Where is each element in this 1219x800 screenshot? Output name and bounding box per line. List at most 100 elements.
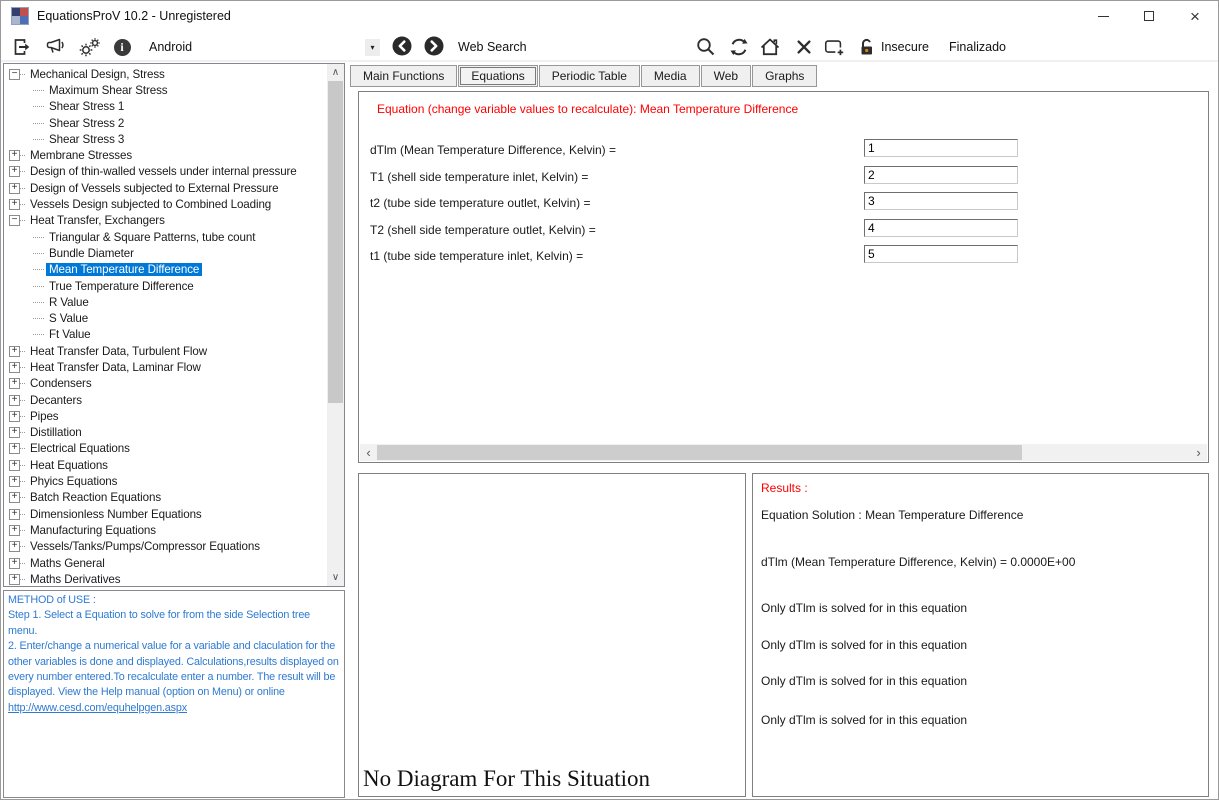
tree-item[interactable]: Dimensionless Number Equations — [4, 506, 327, 522]
tree-item[interactable]: Batch Reaction Equations — [4, 490, 327, 506]
tree-item[interactable]: Bundle Diameter — [4, 245, 327, 261]
tree-item[interactable]: Heat Transfer, Exchangers — [4, 213, 327, 229]
tree-expander-icon[interactable] — [9, 378, 20, 389]
variable-value-input[interactable] — [864, 139, 1018, 157]
tree-item[interactable]: Heat Transfer Data, Turbulent Flow — [4, 343, 327, 359]
tree-item-label: Shear Stress 1 — [46, 100, 127, 113]
close-button[interactable]: × — [1172, 1, 1218, 31]
tab-label: Graphs — [765, 69, 804, 83]
tree-item-label: Vessels Design subjected to Combined Loa… — [27, 198, 274, 211]
variable-value-input[interactable] — [864, 192, 1018, 210]
tab[interactable]: Web — [701, 65, 751, 87]
tree-expander-icon[interactable] — [9, 215, 20, 226]
tree-expander-icon[interactable] — [9, 199, 20, 210]
tree-expander-icon[interactable] — [9, 476, 20, 487]
tree-expander-icon[interactable] — [9, 395, 20, 406]
tree-item[interactable]: Electrical Equations — [4, 441, 327, 457]
variable-value-input[interactable] — [864, 166, 1018, 184]
tree-item[interactable]: Design of Vessels subjected to External … — [4, 180, 327, 196]
tree-expander-icon[interactable] — [9, 346, 20, 357]
dropdown-caret[interactable]: ▾ — [365, 39, 380, 56]
variable-value-input[interactable] — [864, 245, 1018, 263]
variable-value-input[interactable] — [864, 219, 1018, 237]
tree-connector — [20, 220, 25, 221]
settings-button[interactable] — [79, 36, 101, 58]
tree-item[interactable]: Condensers — [4, 376, 327, 392]
tree-item[interactable]: Phyics Equations — [4, 473, 327, 489]
equation-hscrollbar-thumb[interactable] — [377, 445, 1022, 460]
tab-label: Equations — [471, 69, 524, 83]
search-button[interactable] — [695, 36, 717, 58]
tab[interactable]: Graphs — [752, 65, 817, 87]
refresh-button[interactable] — [728, 36, 750, 58]
tree-item[interactable]: Mechanical Design, Stress — [4, 66, 327, 82]
tree-item[interactable]: Shear Stress 3 — [4, 131, 327, 147]
tree-item[interactable]: Membrane Stresses — [4, 147, 327, 163]
forward-button[interactable] — [423, 35, 445, 57]
tree-item[interactable]: Triangular & Square Patterns, tube count — [4, 229, 327, 245]
tab[interactable]: Periodic Table — [539, 65, 640, 87]
equation-hscrollbar[interactable]: ‹ › — [360, 444, 1207, 461]
tree-item[interactable]: Mean Temperature Difference — [4, 262, 327, 278]
tree-item[interactable]: Heat Transfer Data, Laminar Flow — [4, 359, 327, 375]
scroll-left-icon[interactable]: ‹ — [360, 444, 377, 461]
tree-item[interactable]: Vessels Design subjected to Combined Loa… — [4, 196, 327, 212]
equation-row: T1 (shell side temperature inlet, Kelvin… — [370, 164, 1198, 191]
scroll-up-icon[interactable]: ∧ — [327, 64, 344, 81]
tree-expander-icon[interactable] — [9, 509, 20, 520]
tree-expander-icon[interactable] — [9, 150, 20, 161]
tree-scrollbar[interactable]: ∧ ∨ — [327, 64, 344, 586]
tree-scrollbar-thumb[interactable] — [328, 81, 343, 403]
tree-item[interactable]: Heat Equations — [4, 457, 327, 473]
tree-item[interactable]: R Value — [4, 294, 327, 310]
tree-item[interactable]: Vessels/Tanks/Pumps/Compressor Equations — [4, 539, 327, 555]
scroll-right-icon[interactable]: › — [1190, 444, 1207, 461]
tree-item[interactable]: Shear Stress 2 — [4, 115, 327, 131]
announce-button[interactable] — [45, 36, 67, 58]
tree-item[interactable]: Design of thin-walled vessels under inte… — [4, 164, 327, 180]
tree-connector — [33, 253, 44, 254]
tree-expander-icon[interactable] — [9, 460, 20, 471]
info-button[interactable]: i — [111, 36, 133, 58]
help-link[interactable]: http://www.cesd.com/equhelpgen.aspx — [8, 702, 187, 714]
scroll-down-icon[interactable]: ∨ — [327, 569, 344, 586]
tree-expander-icon[interactable] — [9, 443, 20, 454]
tab[interactable]: Media — [641, 65, 700, 87]
tree-expander-icon[interactable] — [9, 427, 20, 438]
tree-expander-icon[interactable] — [9, 525, 20, 536]
tree-connector — [33, 90, 44, 91]
tab[interactable]: Equations — [458, 65, 537, 87]
exit-button[interactable] — [11, 36, 33, 58]
tree-expander-icon[interactable] — [9, 166, 20, 177]
tree-expander-icon[interactable] — [9, 183, 20, 194]
chevron-down-icon: ▾ — [370, 43, 374, 52]
tree-item[interactable]: Maximum Shear Stress — [4, 82, 327, 98]
tree-expander-icon[interactable] — [9, 69, 20, 80]
maximize-button[interactable] — [1126, 1, 1172, 31]
tree-item[interactable]: Pipes — [4, 408, 327, 424]
tree-item[interactable]: Decanters — [4, 392, 327, 408]
new-capture-button[interactable] — [823, 36, 845, 58]
tree-expander-icon[interactable] — [9, 411, 20, 422]
minimize-button[interactable] — [1080, 1, 1126, 31]
tree-item[interactable]: Maths Derivatives — [4, 571, 327, 586]
tree-expander-icon[interactable] — [9, 574, 20, 585]
stop-button[interactable] — [793, 36, 815, 58]
back-button[interactable] — [391, 35, 413, 57]
tree-expander-icon[interactable] — [9, 492, 20, 503]
tree-expander-icon[interactable] — [9, 362, 20, 373]
tree-item[interactable]: Maths General — [4, 555, 327, 571]
tree-item[interactable]: Shear Stress 1 — [4, 99, 327, 115]
tree-item[interactable]: Distillation — [4, 425, 327, 441]
tree-item[interactable]: Ft Value — [4, 327, 327, 343]
tree-expander-icon[interactable] — [9, 541, 20, 552]
home-button[interactable] — [759, 36, 781, 58]
insecure-lock-button[interactable] — [856, 36, 878, 58]
tree-item[interactable]: Manufacturing Equations — [4, 522, 327, 538]
tree-expander-icon[interactable] — [9, 558, 20, 569]
tab[interactable]: Main Functions — [350, 65, 457, 87]
tree-item[interactable]: S Value — [4, 310, 327, 326]
method-title: METHOD of USE : — [8, 593, 340, 608]
tree-item[interactable]: True Temperature Difference — [4, 278, 327, 294]
tree-item-label: Heat Transfer, Exchangers — [27, 214, 168, 227]
